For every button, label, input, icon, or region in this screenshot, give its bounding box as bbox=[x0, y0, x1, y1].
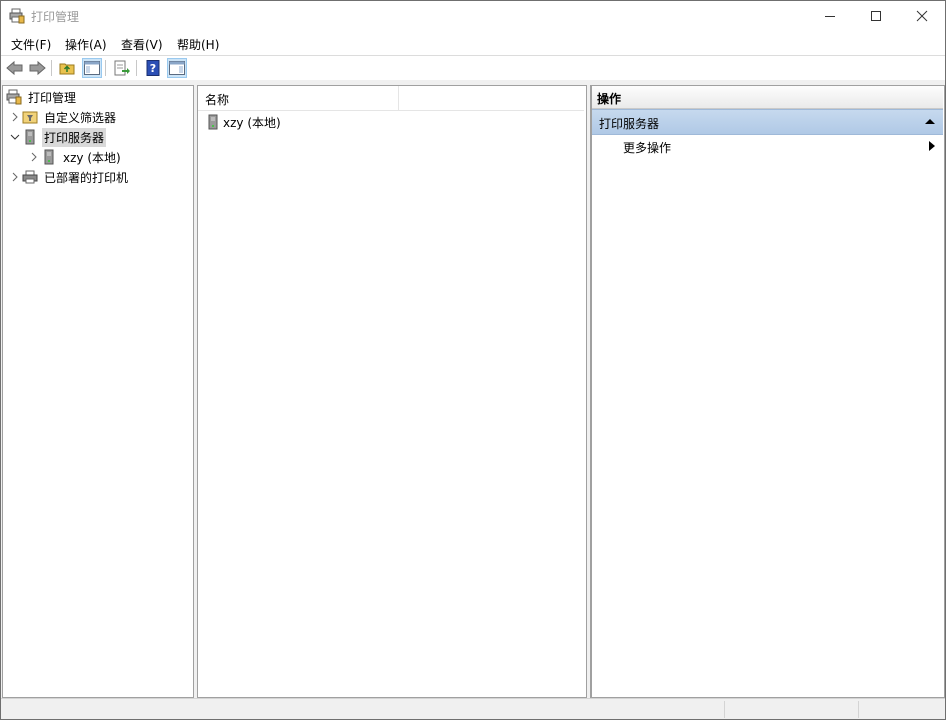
up-one-level-button[interactable] bbox=[57, 58, 77, 78]
action-pane-title-label: 操作 bbox=[597, 92, 622, 106]
column-divider[interactable] bbox=[398, 86, 399, 110]
up-folder-icon bbox=[59, 63, 75, 75]
tree-item-label: 自定义筛选器 bbox=[44, 110, 117, 125]
minimize-icon bbox=[825, 16, 835, 17]
export-list-icon bbox=[114, 60, 130, 76]
back-icon bbox=[6, 60, 23, 76]
chevron-right-icon[interactable] bbox=[8, 112, 22, 122]
help-button[interactable]: ? bbox=[143, 58, 163, 78]
action-pane: 操作 打印服务器 更多操作 bbox=[590, 85, 945, 698]
tree-item-print-servers[interactable]: 打印服务器 bbox=[8, 127, 107, 147]
menu-action[interactable]: 操作(A) bbox=[65, 36, 107, 53]
column-header-name[interactable]: 名称 bbox=[205, 91, 229, 108]
show-hide-action-pane-icon bbox=[169, 61, 185, 75]
toolbar: ? bbox=[1, 55, 945, 81]
window-title: 打印管理 bbox=[31, 10, 80, 24]
collapse-up-icon[interactable] bbox=[925, 118, 935, 125]
tree-item-root[interactable]: 打印管理 bbox=[6, 87, 78, 107]
print-management-icon bbox=[6, 89, 22, 105]
submenu-arrow-icon bbox=[929, 141, 935, 151]
server-icon bbox=[44, 149, 54, 165]
tree-item-label: 打印管理 bbox=[28, 90, 77, 105]
show-hide-action-pane-button[interactable] bbox=[167, 58, 187, 78]
action-group-print-servers[interactable]: 打印服务器 bbox=[592, 109, 943, 135]
export-list-button[interactable] bbox=[112, 58, 132, 78]
status-section bbox=[724, 701, 858, 718]
title-bar: 打印管理 bbox=[1, 1, 945, 31]
action-item-label: 更多操作 bbox=[623, 141, 672, 155]
action-more-actions[interactable]: 更多操作 bbox=[592, 136, 943, 156]
list-item[interactable]: xzy (本地) bbox=[205, 113, 281, 131]
print-management-window: 打印管理 文件(F) 操作(A) 查看(V) 帮助(H) ? 打印管理 自定义筛… bbox=[0, 0, 946, 720]
server-icon bbox=[208, 114, 218, 130]
console-tree-pane: 打印管理 自定义筛选器 打印服务器 xzy (本地) 已部署的打印机 bbox=[2, 85, 194, 698]
show-hide-console-tree-button[interactable] bbox=[82, 58, 102, 78]
chevron-right-icon[interactable] bbox=[8, 172, 22, 182]
toolbar-separator bbox=[51, 60, 52, 76]
help-icon: ? bbox=[146, 60, 160, 76]
server-icon bbox=[25, 129, 35, 145]
menu-help[interactable]: 帮助(H) bbox=[177, 36, 219, 53]
maximize-button[interactable] bbox=[853, 1, 899, 31]
forward-button[interactable] bbox=[27, 58, 47, 78]
tree-item-deployed-printers[interactable]: 已部署的打印机 bbox=[8, 167, 130, 187]
tree-item-server-local[interactable]: xzy (本地) bbox=[27, 147, 123, 167]
tree-item-label: xzy (本地) bbox=[63, 150, 121, 165]
tree-item-label: 打印服务器 bbox=[42, 127, 107, 147]
printer-icon bbox=[22, 170, 38, 184]
minimize-button[interactable] bbox=[807, 1, 853, 31]
show-hide-tree-icon bbox=[84, 61, 100, 75]
toolbar-separator bbox=[136, 60, 137, 76]
chevron-down-icon[interactable] bbox=[8, 133, 22, 141]
close-icon bbox=[916, 10, 928, 22]
filter-folder-icon bbox=[22, 111, 38, 124]
status-bar bbox=[1, 698, 945, 719]
status-section bbox=[858, 701, 945, 718]
results-pane: 名称 xzy (本地) bbox=[197, 85, 587, 698]
back-button[interactable] bbox=[5, 58, 25, 78]
menu-file[interactable]: 文件(F) bbox=[11, 36, 51, 53]
forward-icon bbox=[29, 60, 46, 76]
close-button[interactable] bbox=[899, 1, 945, 31]
list-item-label: xzy (本地) bbox=[223, 115, 281, 130]
maximize-icon bbox=[871, 11, 881, 21]
print-management-app-icon bbox=[9, 8, 25, 24]
svg-text:?: ? bbox=[150, 62, 156, 75]
tree-item-label: 已部署的打印机 bbox=[44, 170, 129, 185]
toolbar-separator bbox=[105, 60, 106, 76]
menu-bar: 文件(F) 操作(A) 查看(V) 帮助(H) bbox=[1, 32, 945, 54]
column-header-row: 名称 bbox=[198, 86, 584, 111]
chevron-right-icon[interactable] bbox=[27, 152, 41, 162]
menu-view[interactable]: 查看(V) bbox=[121, 36, 163, 53]
action-pane-title: 操作 bbox=[592, 86, 943, 109]
tree-item-custom-filters[interactable]: 自定义筛选器 bbox=[8, 107, 118, 127]
action-group-label: 打印服务器 bbox=[599, 117, 660, 131]
